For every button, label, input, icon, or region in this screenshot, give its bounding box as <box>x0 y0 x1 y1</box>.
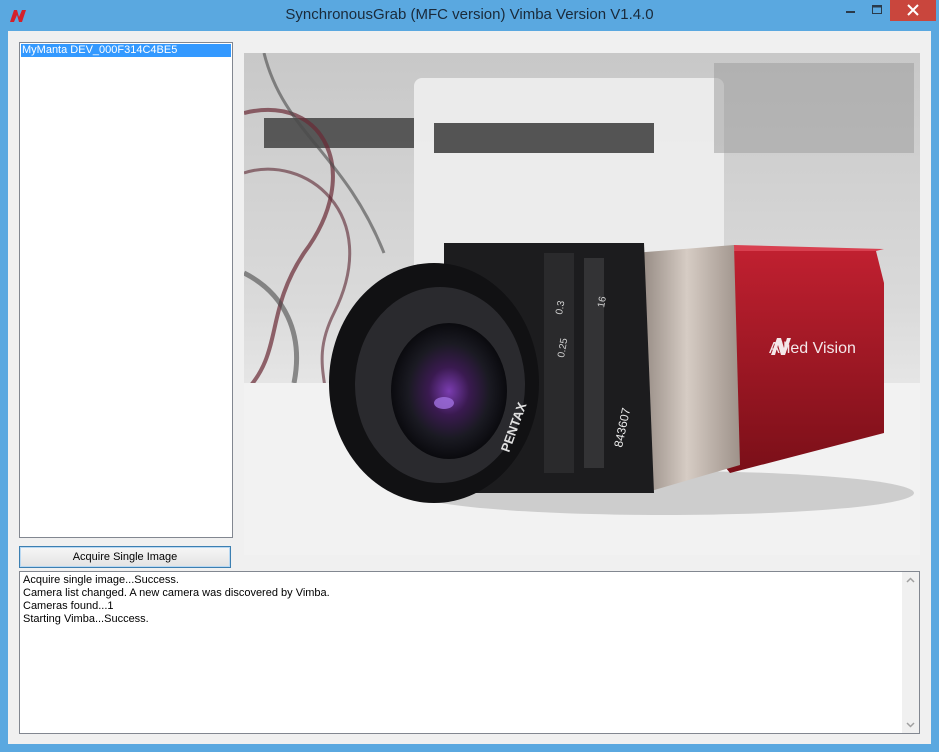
log-line: Acquire single image...Success. <box>23 574 179 586</box>
acquire-single-image-button[interactable]: Acquire Single Image <box>19 546 231 568</box>
log-scrollbar[interactable] <box>902 572 919 733</box>
minimize-button[interactable] <box>836 0 864 21</box>
camera-image-preview: Allied Vision PENTAX 0.25 0.3 16 843607 <box>244 53 920 555</box>
camera-list-item[interactable]: MyManta DEV_000F314C4BE5 <box>21 44 231 57</box>
camera-list[interactable]: MyManta DEV_000F314C4BE5 <box>19 42 233 538</box>
log-line: Camera list changed. A new camera was di… <box>23 587 330 599</box>
log-line: Starting Vimba...Success. <box>23 613 149 625</box>
log-output[interactable]: Acquire single image...Success. Camera l… <box>19 571 920 734</box>
window-title: SynchronousGrab (MFC version) Vimba Vers… <box>285 6 654 23</box>
camera-photo: Allied Vision PENTAX 0.25 0.3 16 843607 <box>244 53 920 555</box>
main-window: SynchronousGrab (MFC version) Vimba Vers… <box>0 0 939 752</box>
maximize-button[interactable] <box>864 0 890 21</box>
close-icon <box>907 4 919 16</box>
maximize-icon <box>872 5 882 14</box>
close-button[interactable] <box>890 0 936 21</box>
scroll-down-arrow-icon[interactable] <box>902 716 919 733</box>
client-area: MyManta DEV_000F314C4BE5 Acquire Single … <box>8 31 931 744</box>
log-line: Cameras found...1 <box>23 600 114 612</box>
title-bar[interactable]: SynchronousGrab (MFC version) Vimba Vers… <box>0 0 939 32</box>
minimize-icon <box>846 11 855 13</box>
scroll-up-arrow-icon[interactable] <box>902 572 919 589</box>
